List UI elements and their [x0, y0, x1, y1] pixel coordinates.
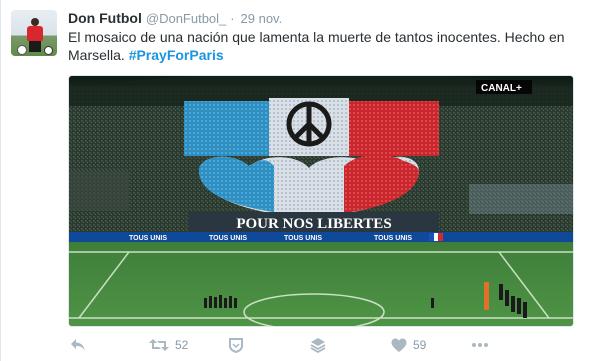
retweet-icon [149, 339, 169, 351]
avatar-player-head [31, 18, 39, 26]
stadium-photo: POUR NOS LIBERTES TOUS UNIS TOUS UNIS TO… [69, 76, 573, 326]
tweet-card[interactable]: Don Futbol @DonFutbol_ · 29 nov. El mosaic… [0, 0, 592, 361]
like-count: 59 [413, 338, 427, 352]
shield-icon [229, 338, 243, 353]
stack-icon [310, 338, 326, 353]
retweet-button[interactable]: 52 [149, 333, 188, 357]
tweet-media-image[interactable]: POUR NOS LIBERTES TOUS UNIS TOUS UNIS TO… [68, 75, 574, 327]
canal-plus-logo: CANAL+ [476, 80, 532, 94]
user-handle[interactable]: @DonFutbol_ [146, 11, 226, 26]
heart-icon [391, 338, 407, 352]
ad-board-1: TOUS UNIS [129, 235, 167, 242]
avatar-player-legs [29, 41, 41, 52]
ad-board-4: TOUS UNIS [374, 235, 412, 242]
avatar-player-shirt [27, 26, 43, 41]
like-button[interactable]: 59 [391, 333, 426, 357]
ad-board-3: TOUS UNIS [284, 235, 322, 242]
reply-button[interactable] [70, 333, 86, 357]
tweet-actions: 52 59 [68, 333, 578, 357]
avatar-ball [44, 46, 53, 55]
more-icon [472, 343, 488, 347]
reply-icon [71, 339, 85, 351]
header-separator: · [230, 11, 235, 26]
avatar[interactable] [11, 10, 57, 56]
ad-board-2: TOUS UNIS [209, 235, 247, 242]
display-name[interactable]: Don Futbol [68, 10, 142, 26]
avatar-ball-left [17, 45, 27, 55]
tweet-timestamp[interactable]: 29 nov. [241, 11, 283, 26]
tweet-header: Don Futbol @DonFutbol_ · 29 nov. [68, 9, 282, 28]
tweet-text: El mosaico de una nación que lamenta la … [68, 28, 578, 64]
stack-button[interactable] [310, 333, 326, 357]
retweet-count: 52 [175, 338, 189, 352]
banner-text: POUR NOS LIBERTES [236, 216, 391, 232]
hashtag-link[interactable]: #PrayForParis [129, 47, 224, 63]
watermark-text: CANAL+ [481, 83, 522, 94]
more-button[interactable] [471, 333, 489, 357]
moments-button[interactable] [228, 333, 244, 357]
